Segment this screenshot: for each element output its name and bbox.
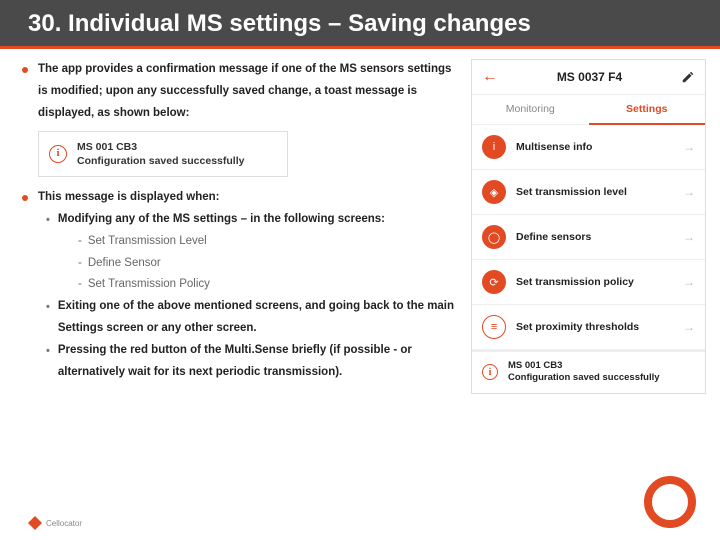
- slide-title: 30. Individual MS settings – Saving chan…: [0, 0, 720, 46]
- toast-line1: MS 001 CB3: [77, 140, 244, 154]
- row-label: Multisense info: [516, 141, 683, 153]
- edit-icon[interactable]: [681, 70, 695, 84]
- phone-toast-line1: MS 001 CB3: [508, 360, 660, 372]
- sub1-text-2: Exiting one of the above mentioned scree…: [58, 296, 463, 340]
- logo-text: Cellocator: [46, 519, 82, 528]
- toast-example: i MS 001 CB3 Configuration saved success…: [38, 131, 288, 177]
- chevron-right-icon: →: [683, 185, 695, 199]
- content-left: The app provides a confirmation message …: [22, 59, 463, 394]
- info-icon: i: [49, 145, 67, 163]
- row-multisense-info[interactable]: i Multisense info →: [472, 125, 705, 170]
- sub2-b: Define Sensor: [88, 257, 161, 269]
- sliders-icon: ≡: [482, 315, 506, 339]
- phone-toast: i MS 001 CB3 Configuration saved success…: [472, 350, 705, 393]
- footer-logo: Cellocator: [28, 516, 82, 530]
- row-label: Set transmission level: [516, 186, 683, 198]
- sub1-text: Modifying any of the MS settings – in th…: [58, 209, 385, 231]
- sensor-icon: ◯: [482, 225, 506, 249]
- back-icon[interactable]: ←: [482, 68, 498, 86]
- tab-settings[interactable]: Settings: [589, 95, 706, 125]
- chevron-right-icon: →: [683, 320, 695, 334]
- toast-line2: Configuration saved successfully: [77, 154, 244, 168]
- sub1-text-3: Pressing the red button of the Multi.Sen…: [58, 340, 463, 384]
- chevron-right-icon: →: [683, 275, 695, 289]
- phone-mock: ← MS 0037 F4 Monitoring Settings i Multi…: [471, 59, 706, 394]
- bullet-icon: [22, 195, 28, 201]
- bullet-icon: [22, 67, 28, 73]
- chevron-right-icon: →: [683, 140, 695, 154]
- clock-icon: ⟳: [482, 270, 506, 294]
- ring-graphic: [644, 476, 696, 528]
- row-define-sensors[interactable]: ◯ Define sensors →: [472, 215, 705, 260]
- sub2-a: Set Transmission Level: [88, 235, 207, 247]
- row-label: Set proximity thresholds: [516, 321, 683, 333]
- subbullet-icon: •: [46, 296, 50, 340]
- row-proximity-thresholds[interactable]: ≡ Set proximity thresholds →: [472, 305, 705, 350]
- tab-monitoring[interactable]: Monitoring: [472, 95, 589, 125]
- chevron-right-icon: →: [683, 230, 695, 244]
- row-transmission-policy[interactable]: ⟳ Set transmission policy →: [472, 260, 705, 305]
- logo-icon: [28, 516, 42, 530]
- subbullet-icon: •: [46, 340, 50, 384]
- row-transmission-level[interactable]: ◈ Set transmission level →: [472, 170, 705, 215]
- paragraph-1: The app provides a confirmation message …: [38, 59, 463, 125]
- phone-toast-line2: Configuration saved successfully: [508, 372, 660, 384]
- info-icon: i: [482, 364, 498, 380]
- phone-title: MS 0037 F4: [557, 70, 622, 84]
- signal-icon: ◈: [482, 180, 506, 204]
- paragraph-2: This message is displayed when:: [38, 187, 220, 209]
- sub2-c: Set Transmission Policy: [88, 278, 210, 290]
- info-icon: i: [482, 135, 506, 159]
- row-label: Set transmission policy: [516, 276, 683, 288]
- row-label: Define sensors: [516, 231, 683, 243]
- subbullet-icon: •: [46, 209, 50, 231]
